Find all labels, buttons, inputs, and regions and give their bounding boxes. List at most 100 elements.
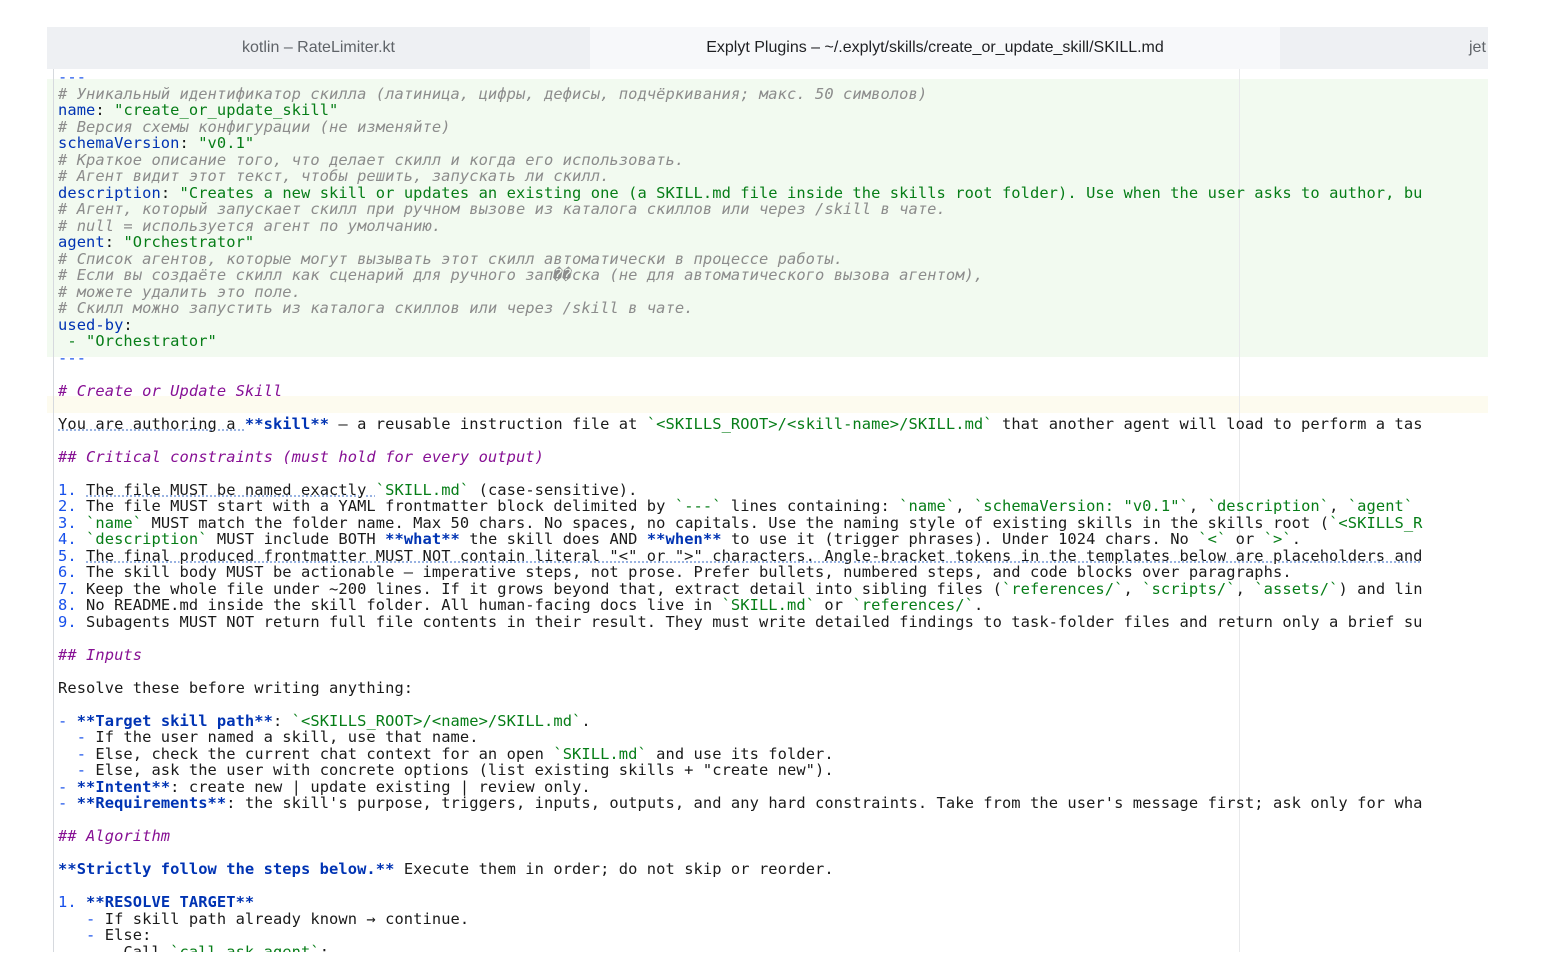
inline-code: `<`: [1198, 530, 1227, 548]
code-line: # Версия схемы конфигурации (не изменяйт…: [58, 119, 451, 135]
code-line: # Список агентов, которые могут вызывать…: [58, 251, 843, 267]
yaml-key: used-by: [58, 315, 124, 334]
yaml-comment: # Список агентов, которые могут вызывать…: [58, 249, 844, 268]
yaml-comment: # можете удалить это поле.: [58, 282, 301, 301]
text-run: Else, check the current chat context for…: [95, 744, 554, 763]
code-line: ## Inputs: [58, 647, 142, 663]
text-run: If the user named a skill, use that name…: [95, 728, 479, 746]
code-line: - If the user named a skill, use that na…: [58, 729, 479, 745]
bold-run: **Requirements**: [76, 794, 227, 812]
text-run: ) and lin: [1338, 579, 1423, 598]
text-run: Call: [123, 942, 171, 953]
text-run: :: [272, 711, 292, 730]
list-bullet: -: [58, 744, 96, 763]
text-run: The file MUST start with a YAML frontmat…: [86, 497, 675, 515]
text-run: Else, ask the user with concrete options…: [95, 761, 834, 779]
code-line: ## Algorithm: [58, 828, 170, 844]
text-run: : the skill's purpose, triggers, inputs,…: [226, 794, 1423, 812]
text-run: Execute them in order; do not skip or re…: [394, 860, 834, 878]
tab-skill-md[interactable]: Explyt Plugins – ~/.explyt/skills/create…: [590, 27, 1280, 69]
code-line: description: "Creates a new skill or upd…: [58, 183, 1423, 202]
inline-code: `<SKILLS_ROOT>/<skill-name>/SKILL.md`: [646, 414, 993, 433]
list-bullet: -: [58, 909, 105, 928]
yaml-value: "create_or_update_skill": [114, 101, 339, 119]
code-line: - Call `call_ask_agent`:: [58, 944, 329, 953]
list-number: 2.: [58, 497, 87, 515]
code-line: 5. The final produced frontmatter MUST N…: [58, 548, 1423, 564]
text-run: ,: [955, 497, 974, 515]
code-line: 3. `name` MUST match the folder name. Ma…: [58, 515, 1423, 531]
code-line: 7. Keep the whole file under ~200 lines.…: [58, 581, 1423, 597]
code-line: name: "create_or_update_skill": [58, 101, 339, 119]
inline-code: `references/`: [852, 596, 974, 614]
bold-run: **Target skill path**: [76, 711, 273, 730]
text-run: .: [973, 596, 984, 614]
gutter-divider: [53, 69, 54, 952]
markdown-heading: ## Critical constraints (must hold for e…: [58, 447, 544, 466]
text-run: Else:: [104, 926, 152, 944]
code-line: # Агент, который запускает скилл при руч…: [58, 201, 946, 217]
text-run: — a reusable instruction file at: [329, 414, 647, 433]
code-line: # можете удалить это поле.: [58, 284, 301, 300]
text-run: .: [1291, 530, 1302, 548]
text-run: The skill body MUST be actionable — impe…: [86, 563, 1292, 581]
list-bullet: -: [58, 942, 124, 953]
list-bullet: -: [58, 926, 105, 944]
tab-jet[interactable]: jet: [1280, 27, 1488, 69]
code-line: You are authoring a **skill** — a reusab…: [58, 416, 1423, 432]
code-line: # Краткое описание того, что делает скил…: [58, 152, 684, 168]
inline-code: `description`: [86, 530, 208, 548]
tab-ratelimiter[interactable]: kotlin – RateLimiter.kt: [47, 27, 590, 69]
code-line: ---: [58, 69, 86, 85]
code-line: ## Critical constraints (must hold for e…: [58, 449, 544, 465]
code-editor[interactable]: --- # Уникальный идентификатор скилла (л…: [47, 69, 1488, 952]
list-number: 9.: [58, 612, 87, 631]
code-line: 2. The file MUST start with a YAML front…: [58, 498, 1413, 514]
text-run: or: [815, 596, 853, 614]
code-line: 8. No README.md inside the skill folder.…: [58, 597, 983, 613]
inline-code: `scripts/`: [1142, 579, 1236, 598]
yaml-key: description: [58, 183, 161, 202]
inline-code: `<SKILLS_ROOT>/<name>/SKILL.md`: [291, 711, 582, 730]
editor-tab-bar: kotlin – RateLimiter.kt Explyt Plugins –…: [47, 27, 1488, 70]
inline-code: `assets/`: [1254, 579, 1339, 598]
list-number: 1.: [58, 893, 87, 911]
bold-run: **Intent**: [76, 777, 171, 796]
yaml-key: agent: [58, 233, 105, 251]
code-line: # Create or Update Skill: [58, 383, 282, 399]
frontmatter-delimiter: ---: [58, 348, 87, 367]
code-line: - **Intent**: create new | update existi…: [58, 779, 591, 795]
inline-code: `call_ask_agent`: [170, 942, 320, 953]
list-number: 1.: [58, 480, 87, 499]
bold-run: **RESOLVE TARGET**: [86, 893, 255, 911]
yaml-key: name: [58, 101, 96, 119]
code-line: ---: [58, 350, 86, 366]
inline-code: `references/`: [1001, 579, 1124, 598]
yaml-comment: # Версия схемы конфигурации (не изменяйт…: [58, 117, 451, 136]
code-line: - Else:: [58, 927, 151, 943]
list-bullet: -: [58, 777, 77, 796]
text-run: MUST match the folder name. Max 50 chars…: [142, 513, 1330, 532]
text-run: ,: [1329, 497, 1348, 515]
yaml-key: schemaVersion: [58, 134, 180, 152]
inline-code: `SKILL.md`: [375, 480, 470, 499]
frontmatter-delimiter: ---: [58, 69, 87, 86]
markdown-heading: ## Inputs: [58, 645, 143, 664]
code-line: agent: "Orchestrator": [58, 233, 255, 251]
yaml-value: "v0.1": [198, 134, 255, 152]
list-number: 3.: [58, 513, 87, 532]
code-line: - Else, ask the user with concrete optio…: [58, 762, 834, 778]
yaml-list-item: - "Orchestrator": [58, 332, 217, 350]
bold-run: **what**: [385, 530, 460, 548]
code-line: 9. Subagents MUST NOT return full file c…: [58, 614, 1423, 630]
code-line: - **Target skill path**: `<SKILLS_ROOT>/…: [58, 713, 591, 729]
inline-code: `---`: [674, 497, 722, 515]
code-line: - If skill path already known → continue…: [58, 911, 469, 927]
text-run: MUST include BOTH: [207, 530, 386, 548]
inline-code: `SKILL.md`: [553, 744, 647, 763]
yaml-comment: # Агент, который запускает скилл при руч…: [58, 200, 946, 218]
text-run: or: [1226, 530, 1264, 548]
yaml-value: "Creates a new skill or updates an exist…: [179, 183, 1423, 202]
text-run: ,: [1235, 579, 1255, 598]
code-line: # Уникальный идентификатор скилла (латин…: [58, 86, 927, 102]
